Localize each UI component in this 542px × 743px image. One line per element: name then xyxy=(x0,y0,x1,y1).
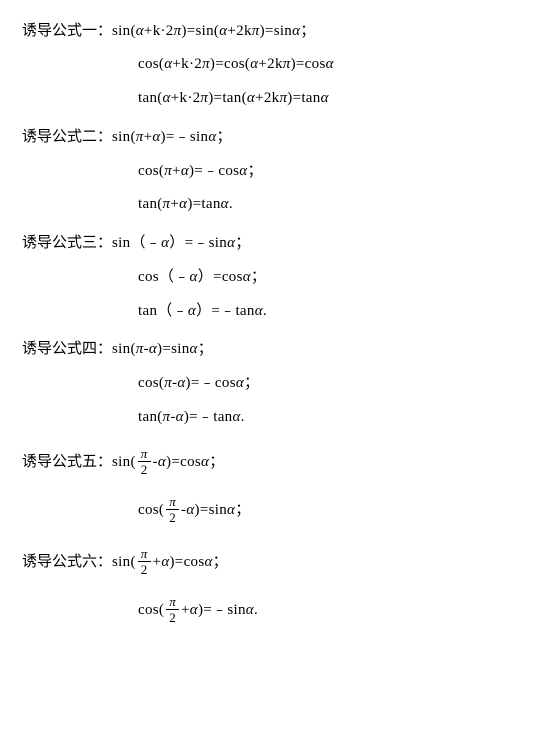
fraction-denominator: 2 xyxy=(138,461,151,476)
formula-text: tan(π-α)=﹣tanα. xyxy=(138,407,245,428)
formula-text: cos(α+k·2π)=cos(α+2kπ)=cosα xyxy=(138,55,334,75)
fraction-denominator: 2 xyxy=(166,609,179,624)
group-label: 诱导公式四： xyxy=(22,339,112,359)
formula-line: 诱导公式四：sin(π-α)=sinα； xyxy=(22,332,520,366)
formula-document: 诱导公式一：sin(α+k·2π)=sin(α+2kπ)=sinα； cos(α+… xyxy=(22,14,520,634)
group-label: 诱导公式三： xyxy=(22,233,112,253)
formula-line: tan（﹣α）=﹣tanα. xyxy=(22,294,520,328)
formula-text: sin（﹣α）=﹣sinα； xyxy=(112,233,251,254)
formula-line: tan(α+k·2π)=tan(α+2kπ)=tanα xyxy=(22,82,520,116)
formula-text: sin(π2-α)=cosα； xyxy=(112,448,225,477)
fraction: π2 xyxy=(166,595,179,624)
formula-text: sin(π2+α)=cosα； xyxy=(112,548,228,577)
formula-group: 诱导公式一：sin(α+k·2π)=sin(α+2kπ)=sinα； cos(α+… xyxy=(22,14,520,116)
formula-line: 诱导公式六：sin(π2+α)=cosα； xyxy=(22,538,520,586)
formula-line: cos(α+k·2π)=cos(α+2kπ)=cosα xyxy=(22,48,520,82)
formula-line: 诱导公式一：sin(α+k·2π)=sin(α+2kπ)=sinα； xyxy=(22,14,520,48)
formula-group: 诱导公式六：sin(π2+α)=cosα； cos(π2+α)=﹣sinα. xyxy=(22,538,520,634)
group-label: 诱导公式二： xyxy=(22,127,112,147)
fraction-numerator: π xyxy=(167,595,178,609)
fraction: π2 xyxy=(138,547,151,576)
formula-line: 诱导公式三：sin（﹣α）=﹣sinα； xyxy=(22,226,520,260)
formula-text: sin(π+α)=﹣sinα； xyxy=(112,127,232,148)
formula-group: 诱导公式三：sin（﹣α）=﹣sinα； cos（﹣α）=cosα； tan（﹣α）… xyxy=(22,226,520,328)
group-label: 诱导公式一： xyxy=(22,21,112,41)
formula-text: tan(α+k·2π)=tan(α+2kπ)=tanα xyxy=(138,89,329,109)
formula-text: tan(π+α)=tanα. xyxy=(138,195,233,215)
formula-line: cos(π2-α)=sinα； xyxy=(22,486,520,534)
fraction-numerator: π xyxy=(139,547,150,561)
fraction-denominator: 2 xyxy=(166,509,179,524)
formula-line: cos（﹣α）=cosα； xyxy=(22,260,520,294)
formula-group: 诱导公式四：sin(π-α)=sinα； cos(π-α)=﹣cosα； tan(π… xyxy=(22,332,520,434)
formula-text: cos(π+α)=﹣cosα； xyxy=(138,161,263,182)
formula-line: cos(π2+α)=﹣sinα. xyxy=(22,586,520,634)
group-label: 诱导公式五： xyxy=(22,452,112,472)
fraction-numerator: π xyxy=(167,495,178,509)
formula-text: cos(π2+α)=﹣sinα. xyxy=(138,596,258,625)
formula-line: cos(π+α)=﹣cosα； xyxy=(22,154,520,188)
formula-line: 诱导公式五：sin(π2-α)=cosα； xyxy=(22,438,520,486)
fraction-numerator: π xyxy=(139,447,150,461)
formula-text: cos(π2-α)=sinα； xyxy=(138,496,251,525)
fraction: π2 xyxy=(166,495,179,524)
formula-text: tan（﹣α）=﹣tanα. xyxy=(138,301,267,322)
formula-line: tan(π+α)=tanα. xyxy=(22,188,520,222)
formula-group: 诱导公式二：sin(π+α)=﹣sinα； cos(π+α)=﹣cosα； tan(… xyxy=(22,120,520,222)
formula-text: sin(π-α)=sinα； xyxy=(112,339,213,360)
fraction-denominator: 2 xyxy=(138,561,151,576)
formula-line: cos(π-α)=﹣cosα； xyxy=(22,366,520,400)
group-label: 诱导公式六： xyxy=(22,552,112,572)
fraction: π2 xyxy=(138,447,151,476)
formula-line: tan(π-α)=﹣tanα. xyxy=(22,400,520,434)
formula-text: sin(α+k·2π)=sin(α+2kπ)=sinα； xyxy=(112,21,316,42)
formula-group: 诱导公式五：sin(π2-α)=cosα； cos(π2-α)=sinα； xyxy=(22,438,520,534)
formula-text: cos（﹣α）=cosα； xyxy=(138,267,266,288)
formula-text: cos(π-α)=﹣cosα； xyxy=(138,373,259,394)
formula-line: 诱导公式二：sin(π+α)=﹣sinα； xyxy=(22,120,520,154)
